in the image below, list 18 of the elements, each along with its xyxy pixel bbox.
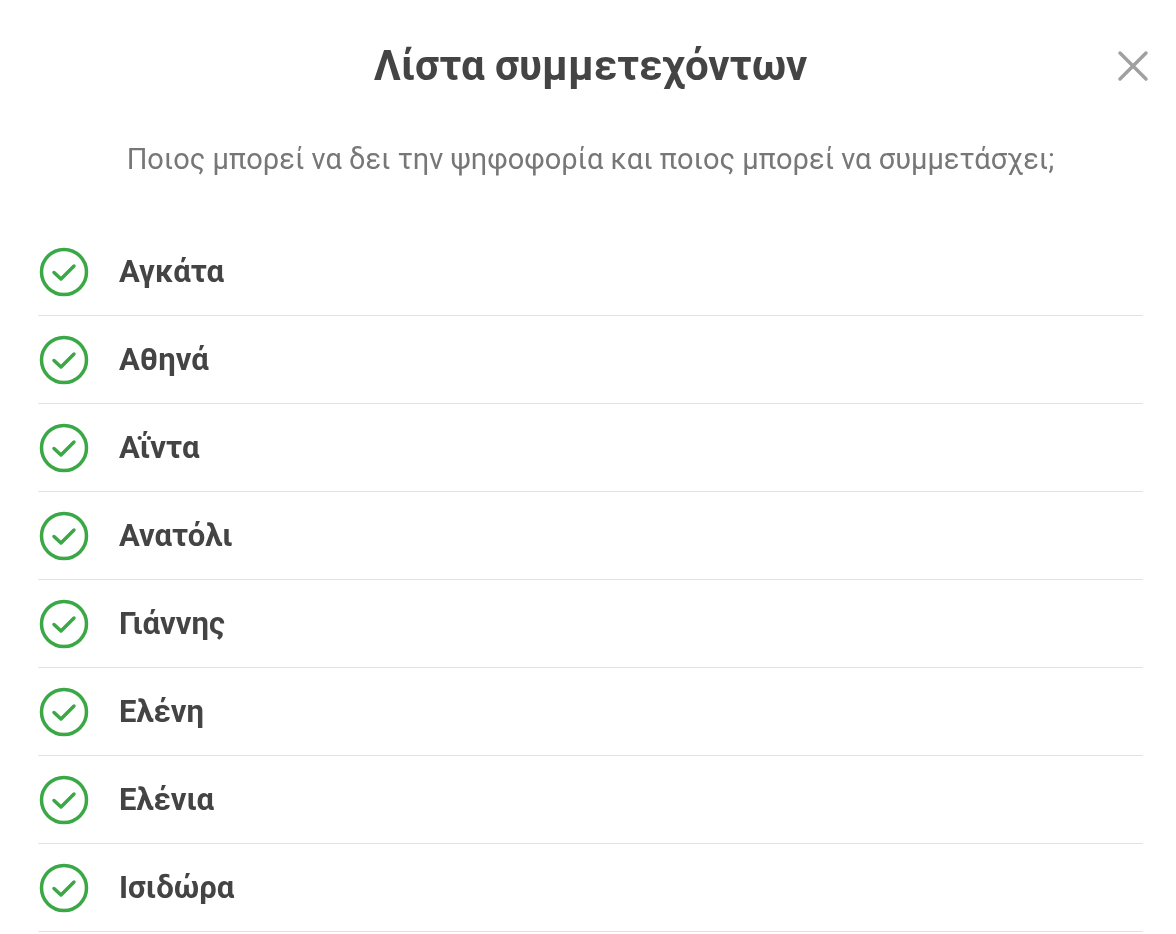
participant-name: Ελένη <box>119 693 204 730</box>
participant-name: Ελένια <box>119 781 215 818</box>
check-circle-icon[interactable] <box>39 510 89 561</box>
participant-name: Γιάννης <box>119 605 225 642</box>
check-circle-icon[interactable] <box>39 774 89 825</box>
participant-name: Ισιδώρα <box>119 869 235 906</box>
check-circle-icon[interactable] <box>39 862 89 913</box>
check-circle-icon[interactable] <box>39 246 89 297</box>
participant-name: Αθηνά <box>119 341 209 378</box>
participant-name: Αγκάτα <box>119 253 224 290</box>
dialog-subtitle: Ποιος μπορεί να δει την ψηφοφορία και ποιος μπορεί να συμμετάσχει; <box>125 141 1056 178</box>
check-circle-icon[interactable] <box>39 334 89 385</box>
participant-name: Αΐντα <box>119 429 200 466</box>
check-circle-icon[interactable] <box>39 422 89 473</box>
participant-name: Ανατόλι <box>119 517 233 554</box>
check-circle-icon[interactable] <box>39 598 89 649</box>
check-circle-icon[interactable] <box>39 686 89 737</box>
dialog-title: Λίστα συμμετεχόντων <box>373 40 808 90</box>
